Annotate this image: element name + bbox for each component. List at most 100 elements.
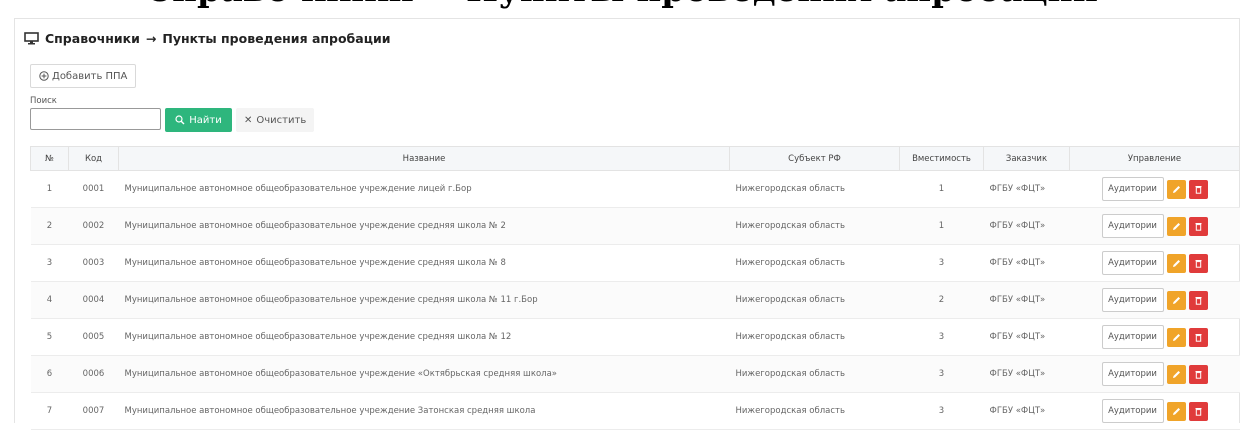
add-ppa-button[interactable]: Добавить ППА (30, 64, 137, 88)
edit-button[interactable] (1166, 364, 1186, 384)
cell-actions: Аудитории (1069, 318, 1240, 356)
cell-number: 3 (30, 244, 69, 282)
table-row: 3 0003 Муниципальное автономное общеобра… (30, 244, 1240, 282)
cell-customer: ФГБУ «ФЦТ» (983, 207, 1070, 245)
delete-button[interactable] (1188, 327, 1208, 347)
cell-code: 0001 (68, 170, 119, 208)
delete-button[interactable] (1188, 216, 1208, 236)
cell-capacity: 3 (899, 355, 984, 393)
cell-region: Нижегородская область (729, 392, 900, 430)
cell-name: Муниципальное автономное общеобразовател… (118, 392, 730, 430)
cell-code: 0004 (68, 281, 119, 319)
ppa-table: № Код Название Субъект РФ Вместимость За… (30, 146, 1240, 430)
auditoriums-button[interactable]: Аудитории (1101, 362, 1164, 386)
table-row: 4 0004 Муниципальное автономное общеобра… (30, 281, 1240, 319)
trash-icon (1195, 185, 1201, 194)
cell-region: Нижегородская область (729, 244, 900, 282)
pencil-icon (1172, 370, 1180, 378)
breadcrumb-current: Пункты проведения апробации (162, 31, 391, 46)
find-button[interactable]: Найти (165, 108, 232, 132)
delete-button[interactable] (1188, 401, 1208, 421)
pencil-icon (1172, 259, 1180, 267)
cell-name: Муниципальное автономное общеобразовател… (118, 207, 730, 245)
cell-capacity: 2 (899, 281, 984, 319)
clear-button[interactable]: ✕ Очистить (236, 108, 315, 132)
cell-customer: ФГБУ «ФЦТ» (983, 392, 1070, 430)
cell-code: 0002 (68, 207, 119, 245)
cell-code: 0007 (68, 392, 119, 430)
cell-name: Муниципальное автономное общеобразовател… (118, 318, 730, 356)
trash-icon (1195, 370, 1201, 379)
cell-code: 0003 (68, 244, 119, 282)
delete-button[interactable] (1188, 290, 1208, 310)
cell-name: Муниципальное автономное общеобразовател… (118, 355, 730, 393)
search-input[interactable] (30, 108, 161, 130)
auditoriums-button[interactable]: Аудитории (1101, 177, 1164, 201)
cell-name: Муниципальное автономное общеобразовател… (118, 244, 730, 282)
cell-region: Нижегородская область (729, 281, 900, 319)
cell-actions: Аудитории (1069, 281, 1240, 319)
edit-button[interactable] (1166, 290, 1186, 310)
edit-button[interactable] (1166, 179, 1186, 199)
auditoriums-button[interactable]: Аудитории (1101, 251, 1164, 275)
cell-number: 2 (30, 207, 69, 245)
cell-number: 1 (30, 170, 69, 208)
cell-number: 4 (30, 281, 69, 319)
column-header-actions: Управление (1069, 146, 1240, 171)
cell-number: 5 (30, 318, 69, 356)
cell-region: Нижегородская область (729, 170, 900, 208)
top-heading: Справочники → Пункты проведения апробаци… (0, 0, 1243, 18)
column-header-name[interactable]: Название (118, 146, 730, 171)
delete-button[interactable] (1188, 253, 1208, 273)
cell-number: 6 (30, 355, 69, 393)
cell-region: Нижегородская область (729, 207, 900, 245)
edit-button[interactable] (1166, 216, 1186, 236)
auditoriums-button[interactable]: Аудитории (1101, 214, 1164, 238)
delete-button[interactable] (1188, 179, 1208, 199)
cell-code: 0005 (68, 318, 119, 356)
cell-number: 7 (30, 392, 69, 430)
clear-label: Очистить (256, 114, 307, 126)
column-header-region[interactable]: Субъект РФ (729, 146, 900, 171)
cell-customer: ФГБУ «ФЦТ» (983, 318, 1070, 356)
pencil-icon (1172, 222, 1180, 230)
column-header-code[interactable]: Код (68, 146, 119, 171)
edit-button[interactable] (1166, 401, 1186, 421)
breadcrumb-root[interactable]: Справочники (45, 31, 140, 46)
pencil-icon (1172, 407, 1180, 415)
auditoriums-button[interactable]: Аудитории (1101, 399, 1164, 423)
search-label: Поиск (30, 96, 57, 106)
auditoriums-button[interactable]: Аудитории (1101, 325, 1164, 349)
column-header-customer[interactable]: Заказчик (983, 146, 1070, 171)
column-header-number[interactable]: № (30, 146, 69, 171)
cell-name: Муниципальное автономное общеобразовател… (118, 281, 730, 319)
pencil-icon (1172, 296, 1180, 304)
cell-capacity: 1 (899, 170, 984, 208)
cell-customer: ФГБУ «ФЦТ» (983, 355, 1070, 393)
plus-circle-icon (39, 71, 49, 81)
cell-region: Нижегородская область (729, 318, 900, 356)
edit-button[interactable] (1166, 253, 1186, 273)
cell-actions: Аудитории (1069, 244, 1240, 282)
table-row: 6 0006 Муниципальное автономное общеобра… (30, 355, 1240, 393)
breadcrumb: Справочники → Пункты проведения апробаци… (24, 31, 391, 46)
search-icon (175, 115, 185, 125)
close-icon: ✕ (244, 114, 253, 126)
add-ppa-label: Добавить ППА (52, 70, 128, 82)
monitor-icon (24, 32, 39, 45)
delete-button[interactable] (1188, 364, 1208, 384)
edit-button[interactable] (1166, 327, 1186, 347)
cell-actions: Аудитории (1069, 355, 1240, 393)
trash-icon (1195, 296, 1201, 305)
pencil-icon (1172, 185, 1180, 193)
auditoriums-button[interactable]: Аудитории (1101, 288, 1164, 312)
table-header-row: № Код Название Субъект РФ Вместимость За… (30, 146, 1240, 171)
cell-capacity: 1 (899, 207, 984, 245)
cell-capacity: 3 (899, 244, 984, 282)
table-row: 1 0001 Муниципальное автономное общеобра… (30, 170, 1240, 208)
find-label: Найти (189, 114, 222, 126)
cell-actions: Аудитории (1069, 392, 1240, 430)
cell-capacity: 3 (899, 318, 984, 356)
pencil-icon (1172, 333, 1180, 341)
column-header-capacity[interactable]: Вместимость (899, 146, 984, 171)
